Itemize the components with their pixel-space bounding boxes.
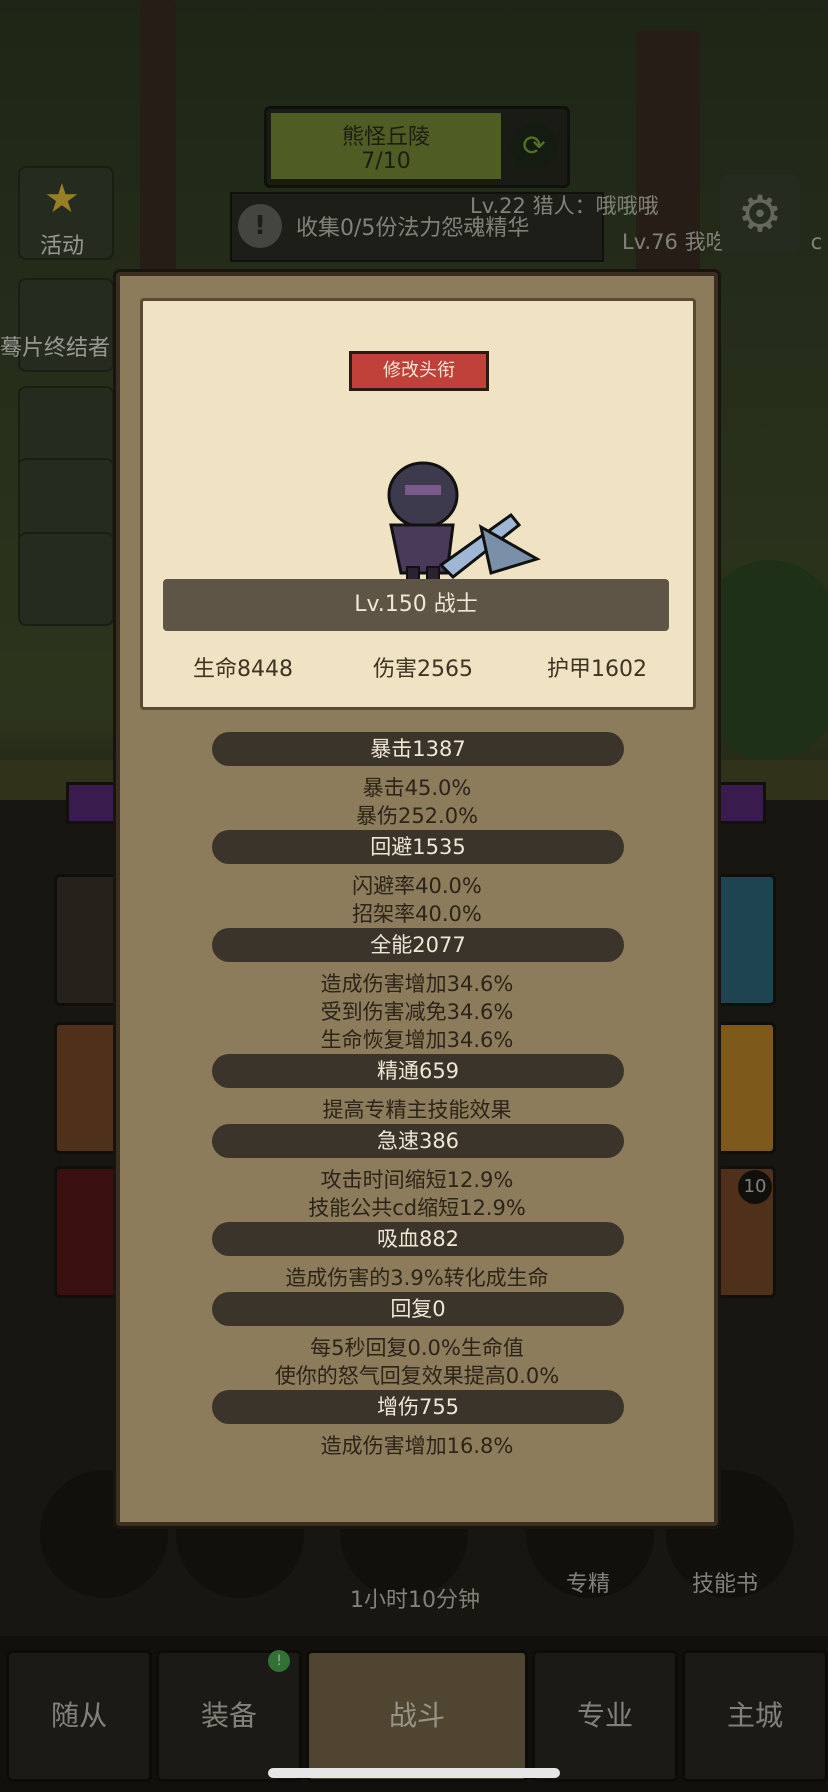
stat-header-haste: 急速386 [212, 1124, 624, 1158]
stat-header-damage-increase: 增伤755 [212, 1390, 624, 1424]
hp-stat: 生命8448 [193, 657, 293, 682]
armor-stat: 护甲1602 [547, 657, 647, 682]
level-class-banner: Lv.150 战士 [163, 579, 669, 631]
stat-line: 受到伤害减免34.6% [320, 1000, 514, 1024]
damage-stat: 伤害2565 [373, 657, 473, 682]
edit-title-button[interactable]: 修改头衔 [349, 351, 489, 391]
stat-header-lifesteal: 吸血882 [212, 1222, 624, 1256]
stat-header-crit: 暴击1387 [212, 732, 624, 766]
stat-header-avoidance: 回避1535 [212, 830, 624, 864]
character-portrait-panel: 修改头衔 Lv.150 战士 生命8448 伤害2565 护甲1602 [140, 298, 696, 710]
stat-header-mastery: 精通659 [212, 1054, 624, 1088]
stat-line: 技能公共cd缩短12.9% [308, 1196, 526, 1220]
stat-line: 生命恢复增加34.6% [320, 1028, 514, 1052]
character-stats-modal: 修改头衔 Lv.150 战士 生命8448 伤害2565 护甲1602 暴击13… [116, 272, 718, 1526]
stat-line: 使你的怒气回复效果提高0.0% [274, 1364, 560, 1388]
stat-line: 招架率40.0% [352, 902, 482, 926]
stat-line: 闪避率40.0% [352, 874, 482, 898]
stat-line: 暴伤252.0% [355, 804, 479, 828]
stat-line: 每5秒回复0.0%生命值 [310, 1336, 524, 1360]
stat-line: 提高专精主技能效果 [322, 1098, 512, 1122]
stat-line: 攻击时间缩短12.9% [320, 1168, 514, 1192]
stat-line: 造成伤害增加34.6% [320, 972, 514, 996]
home-indicator[interactable] [268, 1768, 560, 1778]
stat-line: 暴击45.0% [362, 776, 472, 800]
stat-header-regen: 回复0 [212, 1292, 624, 1326]
warrior-avatar [387, 461, 541, 588]
stat-line: 造成伤害增加16.8% [320, 1434, 514, 1458]
stat-header-versatility: 全能2077 [212, 928, 624, 962]
stat-line: 造成伤害的3.9%转化成生命 [285, 1266, 549, 1290]
